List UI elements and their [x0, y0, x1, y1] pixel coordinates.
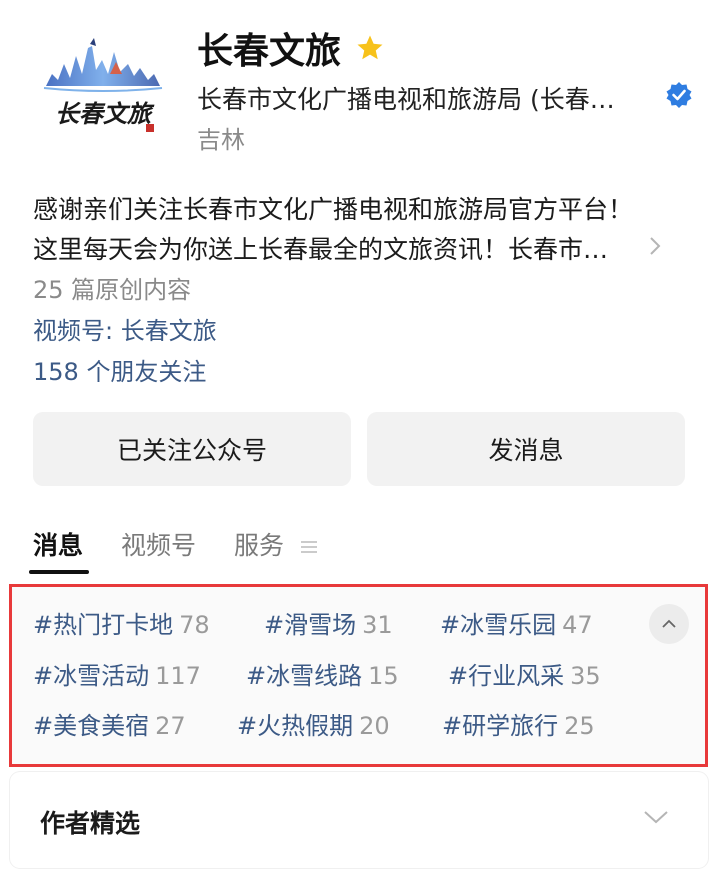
- topic-tag[interactable]: #研学旅行 25: [442, 706, 595, 741]
- tab-services[interactable]: 服务: [234, 528, 318, 574]
- topic-tag[interactable]: #热门打卡地 78: [33, 605, 210, 640]
- logo-text: 长春文旅: [55, 99, 155, 128]
- video-channel-link[interactable]: 视频号: 长春文旅: [33, 311, 217, 346]
- chevron-down-icon[interactable]: [642, 808, 670, 826]
- description-line: 这里每天会为你送上长春最全的文旅资讯！长春市…: [33, 235, 609, 264]
- topic-tag-count: 20: [359, 712, 390, 740]
- topic-tag-count: 25: [564, 712, 595, 740]
- topic-tag-label: #研学旅行: [442, 712, 559, 740]
- topic-tag-label: #冰雪活动: [33, 662, 150, 690]
- content-tabs: 消息 视频号 服务: [28, 528, 356, 578]
- topic-tag[interactable]: #美食美宿 27: [33, 706, 186, 741]
- topic-tag-count: 15: [368, 662, 399, 690]
- topic-tag-count: 78: [179, 611, 210, 639]
- chevron-right-icon[interactable]: [648, 236, 662, 256]
- topic-tag-label: #火热假期: [237, 712, 354, 740]
- topic-tag-label: #美食美宿: [33, 712, 150, 740]
- author-picks-title: 作者精选: [40, 809, 141, 838]
- account-owner: 长春市文化广播电视和旅游局 (长春…: [197, 85, 615, 114]
- topic-tag-count: 31: [362, 611, 393, 639]
- topic-tag[interactable]: #滑雪场 31: [264, 605, 393, 640]
- account-location: 吉林: [197, 126, 245, 154]
- topic-tag[interactable]: #冰雪乐园 47: [440, 605, 593, 640]
- topic-tag[interactable]: #行业风采 35: [448, 656, 601, 691]
- topic-tag-label: #滑雪场: [264, 611, 357, 639]
- topic-tag-count: 47: [562, 611, 593, 639]
- topic-tag-count: 35: [570, 662, 601, 690]
- topic-tags-panel: #热门打卡地 78 #滑雪场 31 #冰雪乐园 47 #冰雪活动 117 #冰雪线路 15…: [9, 584, 708, 767]
- topic-tag-count: 117: [155, 662, 201, 690]
- topic-tag[interactable]: #冰雪活动 117: [33, 656, 201, 691]
- topic-tag[interactable]: #火热假期 20: [237, 706, 390, 741]
- topic-tag-label: #行业风采: [448, 662, 565, 690]
- account-description[interactable]: 感谢亲们关注长春市文化广播电视和旅游局官方平台！ 这里每天会为你送上长春最全的文…: [33, 190, 673, 270]
- topic-tag-label: #冰雪线路: [246, 662, 363, 690]
- description-line: 感谢亲们关注长春市文化广播电视和旅游局官方平台！: [33, 195, 634, 224]
- account-profile-page: 长春文旅 长春文旅 长春市文化广播电视和旅游局 (长春… 吉林 感谢亲们关注长春…: [0, 0, 717, 878]
- tab-messages[interactable]: 消息: [28, 528, 90, 574]
- collapse-tags-button[interactable]: [649, 604, 689, 644]
- topic-tag-label: #热门打卡地: [33, 611, 174, 639]
- topic-tag-count: 27: [155, 712, 186, 740]
- author-picks-section[interactable]: 作者精选: [10, 772, 708, 868]
- star-icon: [357, 35, 383, 60]
- send-message-button[interactable]: 发消息: [367, 412, 685, 486]
- account-logo: 长春文旅: [43, 38, 163, 132]
- account-title: 长春文旅: [197, 22, 385, 74]
- tab-video-channel[interactable]: 视频号: [121, 528, 196, 574]
- chevron-up-icon: [662, 619, 676, 628]
- original-content-count: 25 篇原创内容: [33, 276, 192, 304]
- tab-services-label: 服务: [234, 531, 285, 560]
- topic-tag[interactable]: #冰雪线路 15: [246, 656, 399, 691]
- topic-tag-label: #冰雪乐园: [440, 611, 557, 639]
- friends-following-link[interactable]: 158 个朋友关注: [33, 352, 206, 387]
- menu-icon: [301, 541, 317, 553]
- verified-icon: [666, 82, 692, 108]
- account-name: 长春文旅: [197, 31, 342, 72]
- followed-button[interactable]: 已关注公众号: [33, 412, 351, 486]
